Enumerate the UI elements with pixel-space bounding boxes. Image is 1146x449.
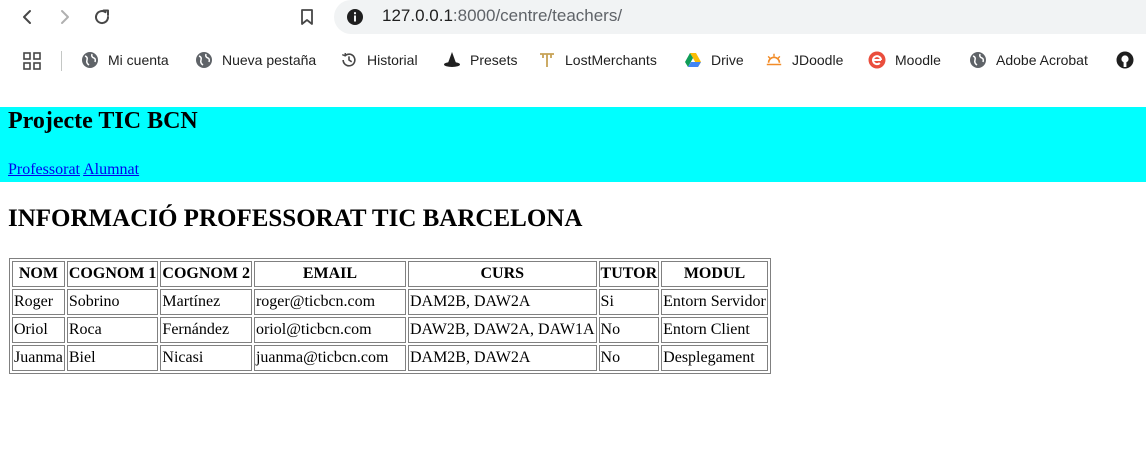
site-nav: Professorat Alumnat <box>8 161 139 179</box>
column-header-modul: MODUL <box>661 261 768 287</box>
history-icon <box>340 51 358 69</box>
column-header-email: EMAIL <box>253 261 406 287</box>
column-header-cognom2: COGNOM 2 <box>160 261 252 287</box>
bookmark-moodle[interactable]: Moodle <box>868 49 941 71</box>
url-text: 127.0.0.1:8000/centre/teachers/ <box>382 6 623 25</box>
bookmark-drive[interactable]: Drive <box>684 49 744 71</box>
lostmerchants-icon <box>538 51 556 69</box>
cell-tutor: No <box>598 317 660 343</box>
back-arrow-icon <box>23 10 31 24</box>
column-header-nom: NOM <box>12 261 65 287</box>
cell-modul: Entorn Servidor <box>661 289 768 315</box>
bookmark-presets[interactable]: Presets <box>443 49 517 71</box>
jdoodle-icon <box>765 51 783 69</box>
cell-nom: Juanma <box>12 345 65 371</box>
table-row: Juanma Biel Nicasi juanma@ticbcn.com DAM… <box>12 345 768 371</box>
cell-curs: DAM2B, DAW2A <box>407 345 597 371</box>
nav-link-alumnat[interactable]: Alumnat <box>83 161 139 178</box>
cell-curs: DAM2B, DAW2A <box>407 289 597 315</box>
github-icon <box>1116 51 1134 69</box>
cell-cognom1: Roca <box>66 317 159 343</box>
bookmark-adobe-acrobat[interactable]: Adobe Acrobat <box>969 49 1088 71</box>
back-button[interactable] <box>14 4 40 30</box>
cell-email: oriol@ticbcn.com <box>253 317 406 343</box>
column-header-tutor: TUTOR <box>598 261 660 287</box>
bookmark-nueva-pestana[interactable]: Nueva pestaña <box>195 49 316 71</box>
table-row: Roger Sobrino Martínez roger@ticbcn.com … <box>12 289 768 315</box>
bookmark-github[interactable] <box>1116 49 1143 71</box>
bookmarks-separator <box>61 51 62 71</box>
apps-grid-icon[interactable] <box>22 51 42 71</box>
moodle-icon <box>868 51 886 69</box>
cell-cognom2: Nicasi <box>160 345 252 371</box>
cell-curs: DAW2B, DAW2A, DAW1A <box>407 317 597 343</box>
reload-icon <box>95 9 110 25</box>
forward-button[interactable] <box>52 4 78 30</box>
globe-icon <box>969 51 987 69</box>
table-row: Oriol Roca Fernández oriol@ticbcn.com DA… <box>12 317 768 343</box>
bookmark-jdoodle[interactable]: JDoodle <box>765 49 843 71</box>
bookmark-mi-cuenta[interactable]: Mi cuenta <box>81 49 169 71</box>
table-header-row: NOM COGNOM 1 COGNOM 2 EMAIL CURS TUTOR M… <box>12 261 768 287</box>
bookmark-star-button[interactable] <box>294 4 320 30</box>
cell-nom: Roger <box>12 289 65 315</box>
bookmark-lostmerchants[interactable]: LostMerchants <box>538 49 657 71</box>
cell-cognom1: Sobrino <box>66 289 159 315</box>
cell-modul: Entorn Client <box>661 317 768 343</box>
cell-tutor: No <box>598 345 660 371</box>
drive-icon <box>684 51 702 69</box>
cell-cognom1: Biel <box>66 345 159 371</box>
browser-toolbar: 127.0.0.1:8000/centre/teachers/ <box>0 0 1146 35</box>
site-info-icon[interactable] <box>346 8 364 26</box>
cell-email: roger@ticbcn.com <box>253 289 406 315</box>
reload-button[interactable] <box>89 4 115 30</box>
forward-arrow-icon <box>61 10 69 24</box>
page-heading: INFORMACIÓ PROFESSORAT TIC BARCELONA <box>8 205 583 232</box>
cell-modul: Desplegament <box>661 345 768 371</box>
globe-icon <box>195 51 213 69</box>
bookmarks-bar: Mi cuenta Nueva pestaña Historial Preset… <box>0 43 1146 77</box>
column-header-curs: CURS <box>407 261 597 287</box>
teachers-table: NOM COGNOM 1 COGNOM 2 EMAIL CURS TUTOR M… <box>9 258 771 374</box>
nav-link-professorat[interactable]: Professorat <box>8 161 80 178</box>
site-title: Projecte TIC BCN <box>8 108 198 134</box>
cell-tutor: Si <box>598 289 660 315</box>
column-header-cognom1: COGNOM 1 <box>66 261 159 287</box>
globe-icon <box>81 51 99 69</box>
witch-hat-icon <box>443 51 461 69</box>
bookmark-icon <box>301 9 313 25</box>
cell-nom: Oriol <box>12 317 65 343</box>
bookmark-historial[interactable]: Historial <box>340 49 418 71</box>
cell-cognom2: Martínez <box>160 289 252 315</box>
address-bar[interactable]: 127.0.0.1:8000/centre/teachers/ <box>334 0 1146 34</box>
cell-email: juanma@ticbcn.com <box>253 345 406 371</box>
cell-cognom2: Fernández <box>160 317 252 343</box>
